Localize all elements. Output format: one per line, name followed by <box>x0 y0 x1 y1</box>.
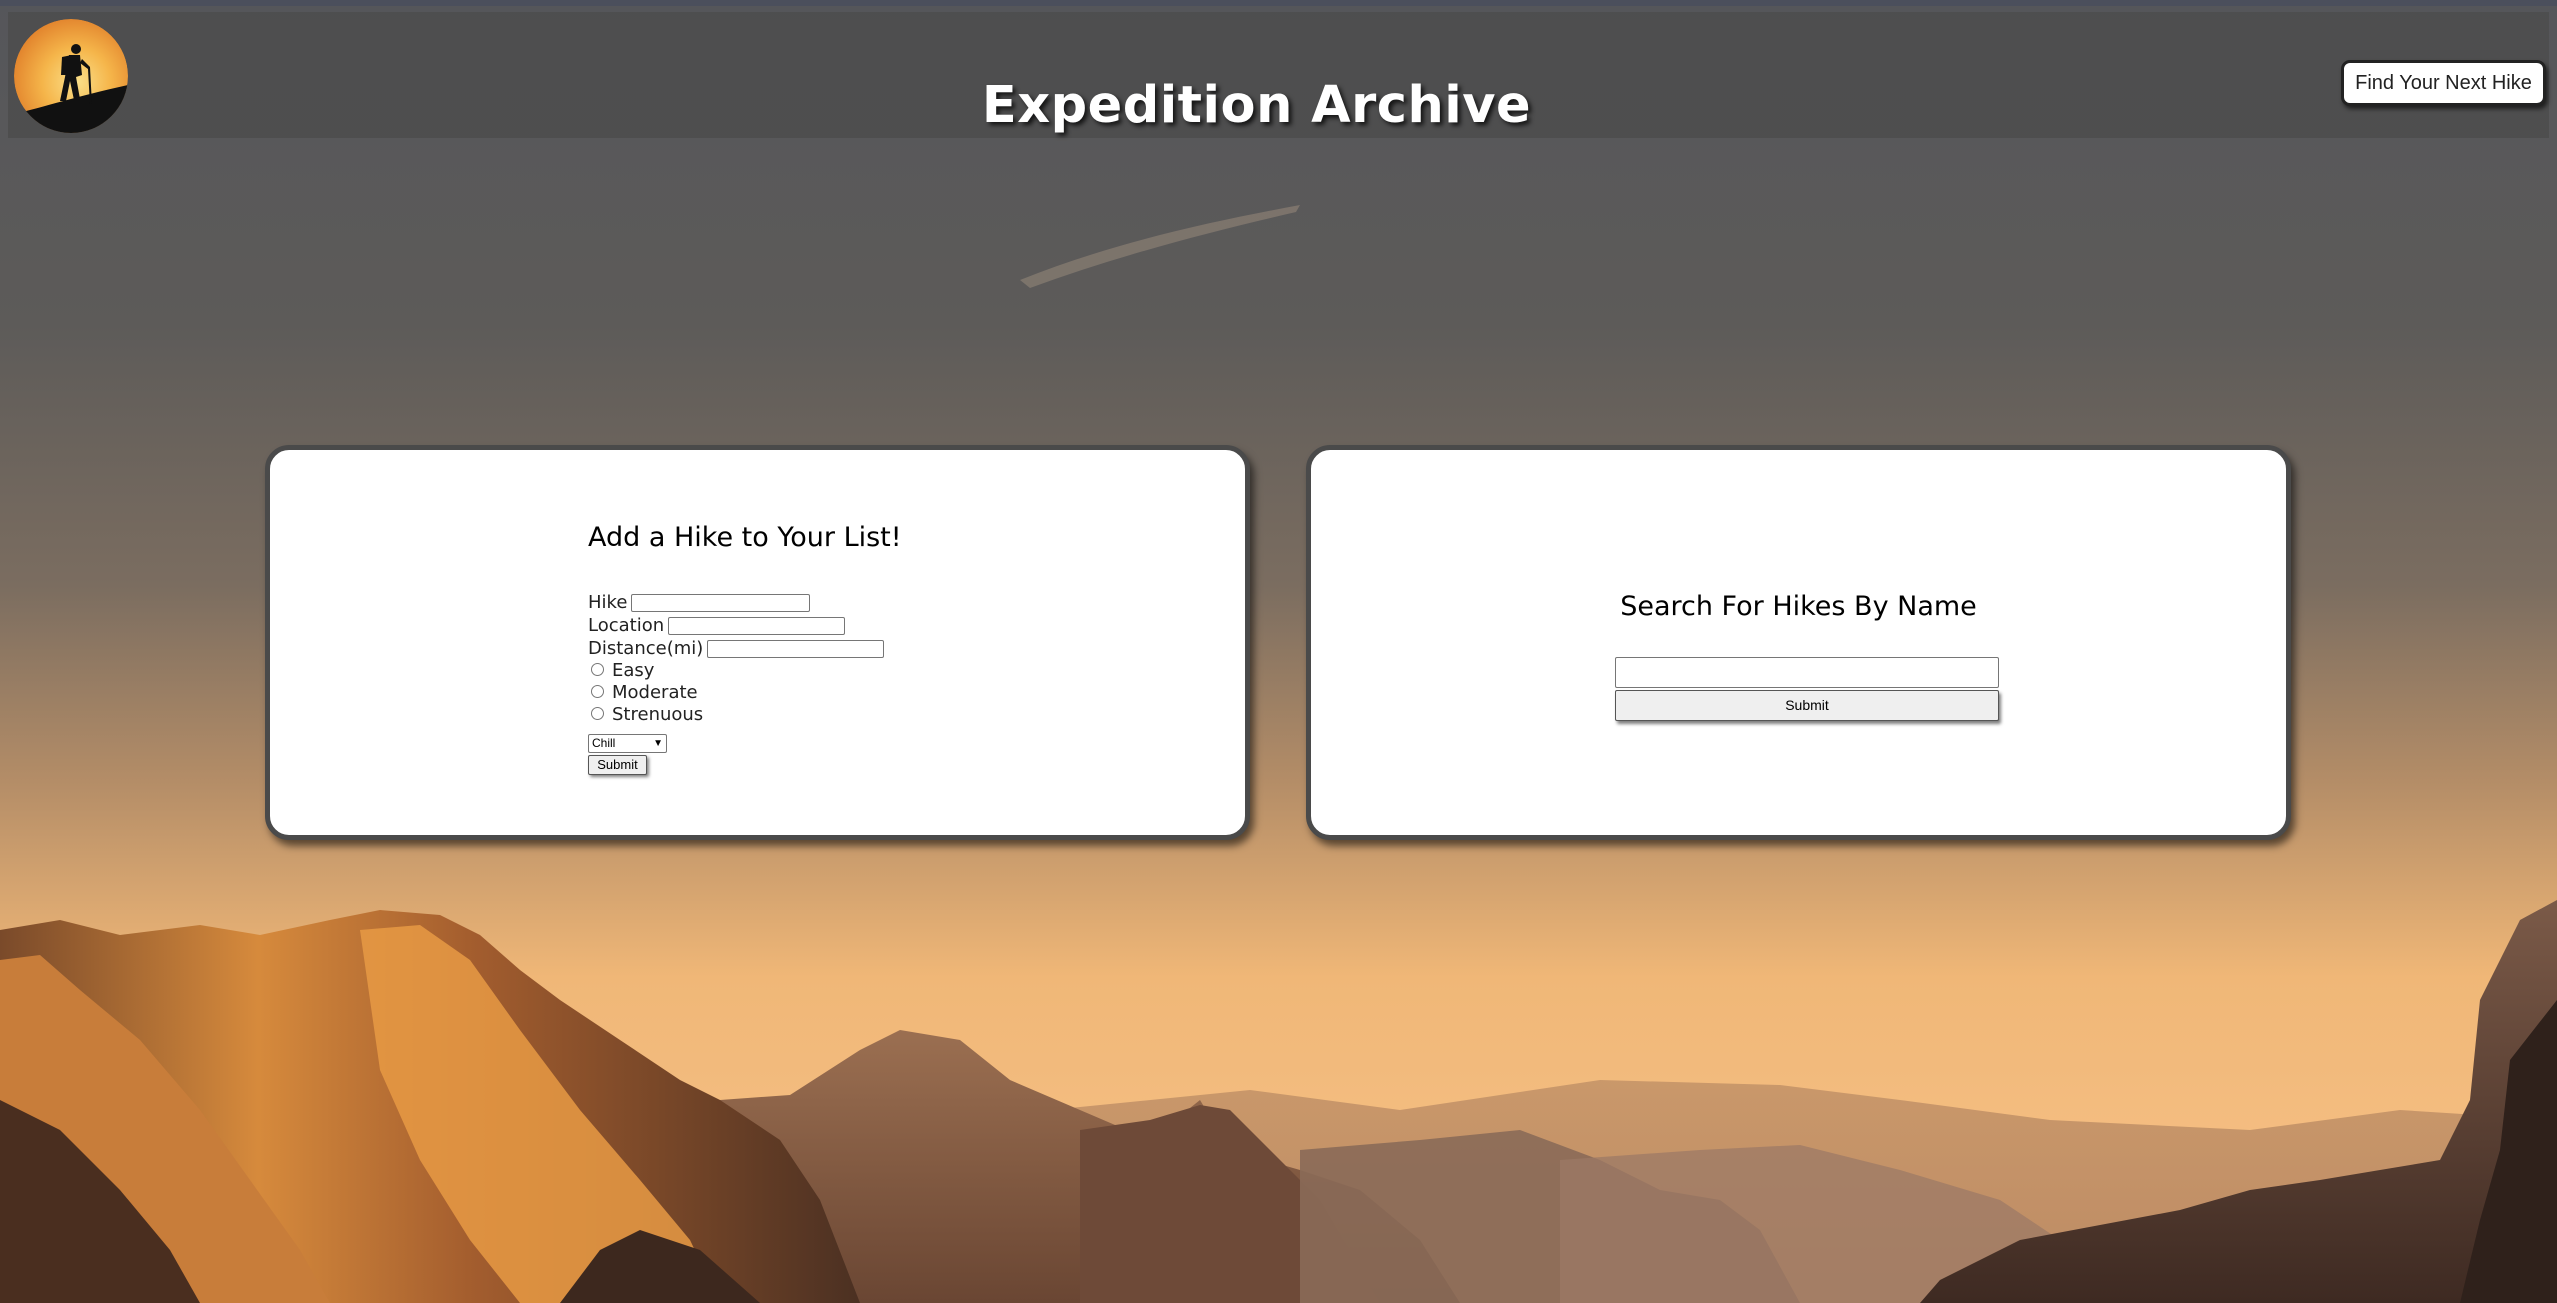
radio-easy[interactable] <box>591 662 604 676</box>
vibe-select-value: Chill <box>592 736 616 750</box>
search-heading: Search For Hikes By Name <box>1620 591 1977 622</box>
hike-row: Hike <box>588 592 811 614</box>
search-submit-button[interactable]: Submit <box>1615 690 1999 721</box>
radio-easy-label: Easy <box>612 660 655 681</box>
distance-label: Distance(mi) <box>588 638 704 659</box>
distance-input[interactable] <box>707 640 885 658</box>
hike-input[interactable] <box>631 594 811 612</box>
radio-moderate[interactable] <box>591 684 604 698</box>
radio-moderate-label: Moderate <box>612 682 698 703</box>
radio-strenuous-label: Strenuous <box>612 704 704 725</box>
add-hike-submit-button[interactable]: Submit <box>588 755 647 775</box>
site-header: Expedition Archive Find Your Next Hike <box>8 12 2549 138</box>
page-title: Expedition Archive <box>981 76 1532 136</box>
vibe-select[interactable]: Chill ▼ <box>588 734 667 753</box>
distance-row: Distance(mi) <box>588 638 885 660</box>
location-label: Location <box>588 615 665 636</box>
chevron-down-icon: ▼ <box>653 738 663 749</box>
radio-strenuous[interactable] <box>591 706 604 720</box>
difficulty-option-strenuous[interactable]: Strenuous <box>591 705 703 725</box>
search-hike-card: Search For Hikes By Name Submit <box>1306 445 2291 840</box>
hiker-silhouette-icon[interactable] <box>14 19 128 133</box>
location-input[interactable] <box>668 617 846 635</box>
difficulty-option-easy[interactable]: Easy <box>591 661 654 681</box>
hike-label: Hike <box>588 592 628 613</box>
search-input[interactable] <box>1615 657 1999 688</box>
add-hike-card: Add a Hike to Your List! Hike Location D… <box>265 445 1250 840</box>
location-row: Location <box>588 615 846 637</box>
top-strip <box>0 0 2557 6</box>
find-next-hike-button[interactable]: Find Your Next Hike <box>2341 60 2546 106</box>
difficulty-option-moderate[interactable]: Moderate <box>591 683 698 703</box>
add-hike-heading: Add a Hike to Your List! <box>588 522 902 553</box>
